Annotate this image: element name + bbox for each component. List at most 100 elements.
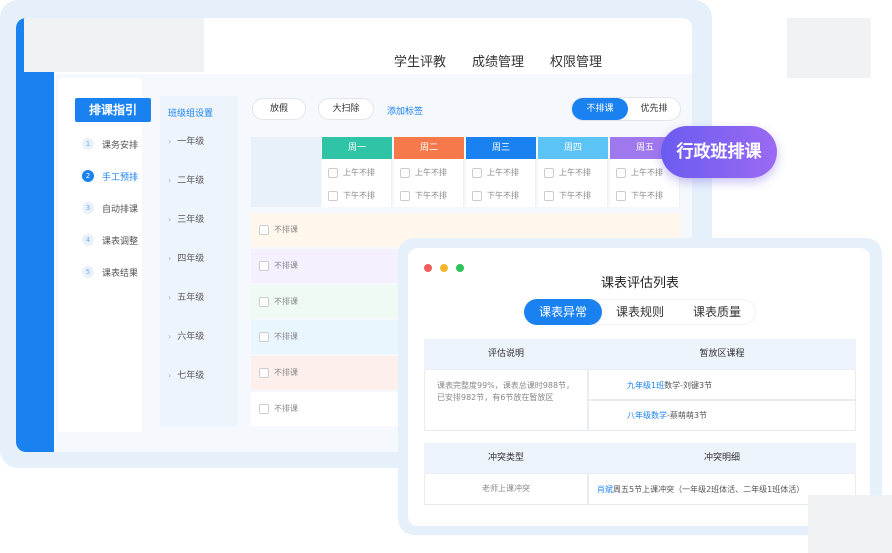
no-schedule-checkbox[interactable]: 不排课 — [259, 367, 298, 378]
admin-class-schedule-badge: 行政班排课 — [661, 126, 777, 178]
pm-no-schedule-checkbox[interactable]: 下午不排 — [328, 190, 375, 201]
image-placeholder — [808, 495, 892, 553]
image-placeholder — [787, 18, 871, 78]
chevron-right-icon: › — [168, 215, 172, 224]
slot-label: 上午不排 — [343, 168, 375, 177]
step-item-1[interactable]: 1 课务安排 — [82, 136, 138, 152]
toggle-no-schedule[interactable]: 不排课 — [572, 98, 628, 120]
nav-student-eval[interactable]: 学生评教 — [394, 51, 446, 70]
step-label: 自动排课 — [102, 204, 139, 215]
am-no-schedule-checkbox[interactable]: 上午不排 — [400, 167, 447, 178]
course-rest: -蔡萌萌3节 — [667, 411, 707, 420]
grade-item[interactable]: › 五年级 — [168, 290, 204, 303]
grade-item[interactable]: › 一年级 — [168, 134, 204, 147]
chevron-right-icon: › — [168, 137, 172, 146]
day-slot-tue: 上午不排 下午不排 — [394, 159, 464, 207]
slot-label: 下午不排 — [559, 191, 591, 200]
cleanup-button[interactable]: 大扫除 — [318, 98, 374, 120]
step-item-5[interactable]: 5 课表结果 — [82, 264, 138, 280]
conflict-detail[interactable]: 肖斌周五5节上课冲突（一年级2班体活、二年级1班体活） — [597, 484, 804, 495]
row-label: 不排课 — [274, 261, 298, 270]
am-no-schedule-checkbox[interactable]: 上午不排 — [544, 167, 591, 178]
slot-label: 下午不排 — [415, 191, 447, 200]
course-cell: 八年级数学-蔡萌萌3节 — [588, 400, 856, 431]
row-label: 不排课 — [274, 297, 298, 306]
day-slot-mon: 上午不排 下午不排 — [322, 159, 392, 207]
grade-label: 二年级 — [177, 176, 205, 186]
nav-score-manage[interactable]: 成绩管理 — [472, 51, 524, 70]
logo-placeholder — [24, 18, 204, 72]
grade-label: 一年级 — [177, 137, 205, 147]
step-item-3[interactable]: 3 自动排课 — [82, 200, 138, 216]
am-no-schedule-checkbox[interactable]: 上午不排 — [472, 167, 519, 178]
th-conflict-type: 冲突类型 — [424, 443, 588, 473]
tab-schedule-quality[interactable]: 课表质量 — [678, 299, 756, 325]
grid-corner — [251, 137, 321, 207]
no-schedule-checkbox[interactable]: 不排课 — [259, 403, 298, 414]
grade-item[interactable]: › 二年级 — [168, 173, 204, 186]
step-num: 5 — [82, 266, 94, 278]
step-num: 3 — [82, 202, 94, 214]
am-no-schedule-checkbox[interactable]: 上午不排 — [616, 167, 663, 178]
no-schedule-checkbox[interactable]: 不排课 — [259, 260, 298, 271]
grade-panel: 班级组设置 › 一年级 › 二年级 › 三年级 › 四年级 › 五年级 › 六年级 › 七年级 — [160, 96, 238, 426]
row-label: 不排课 — [274, 225, 298, 234]
teacher-name: 肖斌 — [597, 485, 613, 494]
no-schedule-checkbox[interactable]: 不排课 — [259, 224, 298, 235]
grade-item[interactable]: › 三年级 — [168, 212, 204, 225]
eval-desc-cell: 课表完整度99%，课表总课时988节，已安排982节，有6节放在暂放区 — [424, 369, 588, 431]
slot-label: 下午不排 — [631, 191, 663, 200]
step-item-4[interactable]: 4 课表调整 — [82, 232, 138, 248]
tab-schedule-rules[interactable]: 课表规则 — [602, 299, 678, 325]
grade-label: 四年级 — [177, 254, 205, 264]
grade-label: 五年级 — [177, 293, 205, 303]
pm-no-schedule-checkbox[interactable]: 下午不排 — [400, 190, 447, 201]
course-rest: 数学-刘键3节 — [664, 381, 713, 390]
grade-group-settings[interactable]: 班级组设置 — [168, 106, 213, 119]
conflict-text: 周五5节上课冲突（一年级2班体活、二年级1班体活） — [613, 485, 805, 494]
step-label: 课表结果 — [102, 268, 139, 279]
day-header-thu: 周四 — [538, 137, 608, 159]
course-entry[interactable]: 九年级1班数学-刘键3节 — [627, 380, 712, 391]
chevron-right-icon: › — [168, 176, 172, 185]
am-no-schedule-checkbox[interactable]: 上午不排 — [328, 167, 375, 178]
grade-item[interactable]: › 四年级 — [168, 251, 204, 264]
chevron-right-icon: › — [168, 332, 172, 341]
step-num: 1 — [82, 138, 94, 150]
pm-no-schedule-checkbox[interactable]: 下午不排 — [472, 190, 519, 201]
step-label: 手工预排 — [102, 172, 139, 183]
schedule-mode-toggle[interactable]: 不排课 优先排 — [571, 97, 681, 121]
chevron-right-icon: › — [168, 293, 172, 302]
step-item-2[interactable]: 2 手工预排 — [82, 168, 138, 184]
course-entry[interactable]: 八年级数学-蔡萌萌3节 — [627, 410, 707, 421]
tab-schedule-anomaly[interactable]: 课表异常 — [524, 299, 602, 325]
course-cell: 九年级1班数学-刘键3节 — [588, 369, 856, 400]
no-schedule-checkbox[interactable]: 不排课 — [259, 296, 298, 307]
maximize-dot-icon[interactable] — [456, 264, 464, 272]
grade-item[interactable]: › 六年级 — [168, 329, 204, 342]
close-dot-icon[interactable] — [424, 264, 432, 272]
nav-permission-manage[interactable]: 权限管理 — [550, 51, 602, 70]
no-schedule-checkbox[interactable]: 不排课 — [259, 331, 298, 342]
chevron-right-icon: › — [168, 371, 172, 380]
side-rail — [16, 18, 54, 452]
slot-label: 上午不排 — [559, 168, 591, 177]
step-label: 课务安排 — [102, 140, 139, 151]
day-header-mon: 周一 — [322, 137, 392, 159]
grade-label: 七年级 — [177, 371, 205, 381]
day-slot-thu: 上午不排 下午不排 — [538, 159, 608, 207]
add-tag-link[interactable]: 添加标签 — [387, 104, 423, 117]
slot-label: 上午不排 — [631, 168, 663, 177]
step-num: 2 — [82, 170, 94, 182]
day-slot-wed: 上午不排 下午不排 — [466, 159, 536, 207]
step-label: 课表调整 — [102, 236, 139, 247]
minimize-dot-icon[interactable] — [440, 264, 448, 272]
pm-no-schedule-checkbox[interactable]: 下午不排 — [616, 190, 663, 201]
conflict-type-cell: 老师上课冲突 — [424, 473, 588, 505]
holiday-button[interactable]: 放假 — [252, 98, 306, 120]
slot-label: 上午不排 — [487, 168, 519, 177]
grade-item[interactable]: › 七年级 — [168, 368, 204, 381]
pm-no-schedule-checkbox[interactable]: 下午不排 — [544, 190, 591, 201]
th-holding-courses: 暂放区课程 — [588, 339, 856, 369]
toggle-priority[interactable]: 优先排 — [628, 98, 680, 120]
